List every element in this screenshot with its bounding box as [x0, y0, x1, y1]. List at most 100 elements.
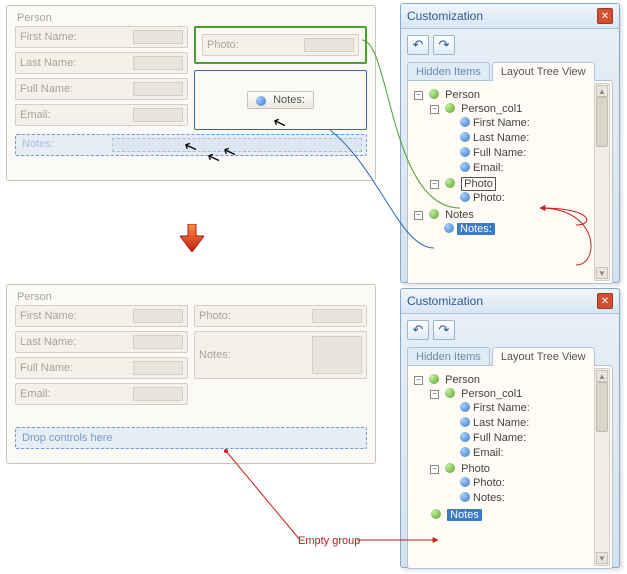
item-icon	[460, 477, 470, 487]
group-icon	[445, 463, 455, 473]
input[interactable]	[133, 309, 183, 323]
annotation-empty-group: Empty group	[298, 535, 360, 547]
input[interactable]	[133, 56, 183, 70]
field-email[interactable]: Email:	[15, 104, 188, 126]
collapse-icon[interactable]: −	[430, 180, 439, 189]
scroll-down-icon[interactable]: ▼	[596, 267, 608, 279]
tree-node-last[interactable]: Last Name:	[446, 130, 590, 145]
notes-source-zone[interactable]: Notes: ↖	[15, 134, 367, 156]
drop-hint: Drop controls here	[22, 432, 113, 444]
tab-hidden-items[interactable]: Hidden Items	[407, 62, 490, 81]
panel-titlebar[interactable]: Customization ✕	[401, 289, 619, 314]
close-button[interactable]: ✕	[597, 293, 613, 309]
node-label: Last Name:	[473, 417, 529, 429]
field-full-name[interactable]: Full Name:	[15, 357, 188, 379]
collapse-icon[interactable]: −	[414, 91, 423, 100]
field-first-name[interactable]: First Name:	[15, 26, 188, 48]
tree-node-full[interactable]: Full Name:	[446, 430, 590, 445]
scroll-down-icon[interactable]: ▼	[596, 552, 608, 564]
input[interactable]	[312, 336, 362, 374]
collapse-icon[interactable]: −	[430, 390, 439, 399]
group-title: Person	[17, 12, 367, 24]
input[interactable]	[133, 361, 183, 375]
scroll-thumb[interactable]	[596, 382, 608, 432]
panel-title: Customization	[407, 9, 597, 23]
vertical-scrollbar[interactable]: ▲ ▼	[594, 368, 610, 566]
field-email[interactable]: Email:	[15, 383, 188, 405]
field-last-name[interactable]: Last Name:	[15, 331, 188, 353]
customization-panel-before: Customization ✕ ↶ ↷ Hidden Items Layout …	[400, 3, 620, 283]
node-label: Photo	[461, 463, 490, 475]
tab-layout-tree[interactable]: Layout Tree View	[492, 62, 595, 81]
field-label: First Name:	[20, 31, 133, 43]
customization-panel-after: Customization ✕ ↶ ↷ Hidden Items Layout …	[400, 288, 620, 568]
panel-titlebar[interactable]: Customization ✕	[401, 4, 619, 29]
tab-layout-tree[interactable]: Layout Tree View	[492, 347, 595, 366]
group-icon	[429, 209, 439, 219]
tree-node-photo-group[interactable]: − Photo Photo: Notes:	[430, 461, 590, 506]
redo-button[interactable]: ↷	[433, 320, 455, 340]
undo-button[interactable]: ↶	[407, 320, 429, 340]
cursor-icon: ↖	[270, 111, 289, 134]
scroll-up-icon[interactable]: ▲	[596, 370, 608, 382]
collapse-icon[interactable]: −	[414, 376, 423, 385]
tree-node-photo-group[interactable]: − Photo Photo:	[430, 176, 590, 206]
tree-node-notes-item[interactable]: Notes:	[446, 490, 590, 505]
tree-node-email[interactable]: Email:	[446, 445, 590, 460]
vertical-scrollbar[interactable]: ▲ ▼	[594, 83, 610, 281]
input[interactable]	[133, 30, 183, 44]
input[interactable]	[133, 108, 183, 122]
node-label: Notes:	[457, 223, 495, 235]
item-icon	[460, 117, 470, 127]
item-icon	[460, 492, 470, 502]
drag-chip-notes[interactable]: Notes:	[247, 91, 314, 109]
node-label: Person	[445, 89, 480, 101]
undo-button[interactable]: ↶	[407, 35, 429, 55]
tree-node-person[interactable]: − Person − Person_col1 First Name: Last …	[414, 372, 590, 507]
input[interactable]	[133, 82, 183, 96]
collapse-icon[interactable]: −	[430, 465, 439, 474]
scroll-up-icon[interactable]: ▲	[596, 85, 608, 97]
chip-label: Notes:	[273, 94, 305, 106]
tree-node-notes-group[interactable]: − Notes Notes:	[414, 207, 590, 237]
tree-node-photo-item[interactable]: Photo:	[446, 190, 590, 205]
collapse-icon[interactable]: −	[414, 211, 423, 220]
node-label: Person	[445, 374, 480, 386]
input[interactable]	[133, 387, 183, 401]
field-photo[interactable]: Photo:	[194, 305, 367, 327]
zone-label: Notes:	[22, 138, 54, 150]
tree-node-person[interactable]: − Person − Person_col1 First Name: Last …	[414, 87, 590, 207]
collapse-icon[interactable]: −	[430, 105, 439, 114]
empty-group-drop-zone[interactable]: Drop controls here	[15, 427, 367, 449]
node-label: Last Name:	[473, 132, 529, 144]
close-button[interactable]: ✕	[597, 8, 613, 24]
tree-node-email[interactable]: Email:	[446, 160, 590, 175]
tree-node-full[interactable]: Full Name:	[446, 145, 590, 160]
redo-button[interactable]: ↷	[433, 35, 455, 55]
tab-hidden-items[interactable]: Hidden Items	[407, 347, 490, 366]
field-notes[interactable]: Notes:	[194, 331, 367, 379]
tree-node-notes-empty[interactable]: Notes	[414, 507, 590, 522]
input[interactable]	[133, 335, 183, 349]
scroll-thumb[interactable]	[596, 97, 608, 147]
field-photo[interactable]: Photo:	[202, 34, 359, 56]
tree-node-photo-item[interactable]: Photo:	[446, 475, 590, 490]
node-label: First Name:	[473, 402, 530, 414]
field-last-name[interactable]: Last Name:	[15, 52, 188, 74]
input[interactable]	[304, 38, 354, 52]
field-full-name[interactable]: Full Name:	[15, 78, 188, 100]
col-right: Photo: Notes: ↖	[194, 26, 367, 130]
group-title: Person	[17, 291, 367, 303]
tree-node-col1[interactable]: − Person_col1 First Name: Last Name: Ful…	[430, 386, 590, 461]
field-first-name[interactable]: First Name:	[15, 305, 188, 327]
input[interactable]	[312, 309, 362, 323]
tree-node-first[interactable]: First Name:	[446, 400, 590, 415]
item-icon	[460, 147, 470, 157]
form-panel-before: Person First Name: Last Name: Full Name:…	[6, 5, 376, 181]
group-icon	[429, 89, 439, 99]
tree-node-first[interactable]: First Name:	[446, 115, 590, 130]
tree-node-col1[interactable]: − Person_col1 First Name: Last Name: Ful…	[430, 101, 590, 176]
tree-node-notes-item[interactable]: Notes:	[430, 221, 590, 236]
notes-drop-target[interactable]: Notes: ↖	[194, 70, 367, 130]
tree-node-last[interactable]: Last Name:	[446, 415, 590, 430]
